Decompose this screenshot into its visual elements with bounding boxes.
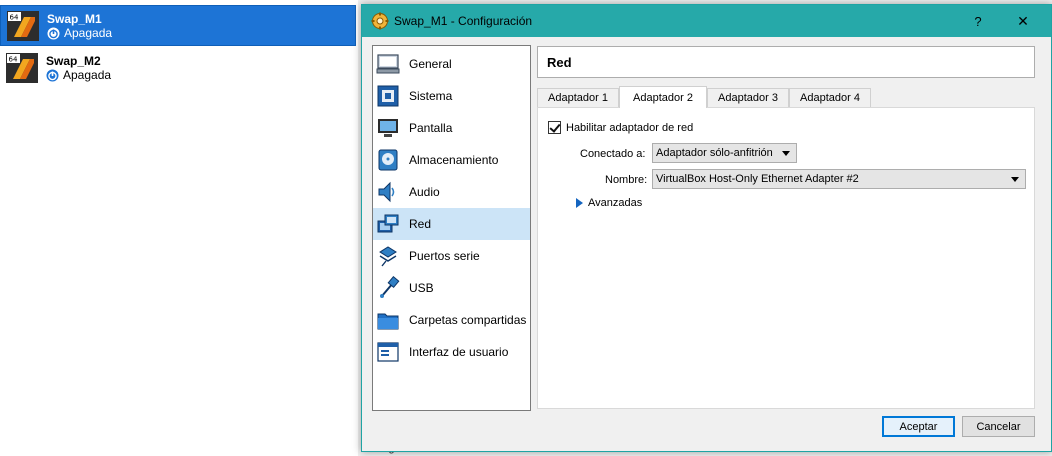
tab-adaptador-3[interactable]: Adaptador 3 [707,88,789,107]
dialog-title: Swap_M1 - Configuración [394,14,533,28]
advanced-label: Avanzadas [588,197,643,209]
tab-adaptador-4[interactable]: Adaptador 4 [789,88,871,107]
close-button[interactable]: ✕ [1000,5,1046,37]
adapter-name-value: VirtualBox Host-Only Ethernet Adapter #2 [656,173,859,185]
category-red[interactable]: Red [373,208,530,240]
category-label: Audio [409,185,440,199]
vm-state: Apagada [63,68,112,82]
settings-gear-icon [371,12,389,30]
category-usb[interactable]: USB [373,272,530,304]
category-label: Red [409,217,432,231]
system-icon [377,85,399,107]
category-carpetas-compartidas[interactable]: Carpetas compartidas [373,304,530,336]
vm-item-swap-m1[interactable]: 64 Swap_M1 Apagada [0,5,356,46]
vm-list: 64 Swap_M1 Apagada 64 Swap_M2 Apagada [0,0,358,456]
power-off-icon [47,27,60,39]
enable-adapter-checkbox[interactable] [548,121,561,134]
tab-adaptador-1[interactable]: Adaptador 1 [537,88,619,107]
enable-adapter-row[interactable]: Habilitar adaptador de red [548,121,693,134]
tab-adaptador-2[interactable]: Adaptador 2 [619,86,707,108]
storage-icon [378,149,398,171]
attached-to-value: Adaptador sólo-anfitrión [656,147,773,159]
category-label: USB [409,281,434,295]
vm-name: Swap_M1 [47,12,102,26]
category-label: Carpetas compartidas [409,313,527,327]
category-puertos-serie[interactable]: Puertos serie [373,240,530,272]
vm-name: Swap_M2 [46,54,101,68]
adapter-tab-panel: Habilitar adaptador de red Conectado a: … [537,107,1035,409]
vm-item-swap-m2[interactable]: 64 Swap_M2 Apagada [0,48,356,89]
chevron-down-icon [1011,177,1019,182]
enable-adapter-label: Habilitar adaptador de red [566,121,694,134]
category-sistema[interactable]: Sistema [373,80,530,112]
ok-button[interactable]: Aceptar [882,416,955,437]
category-label: Sistema [409,89,453,103]
vm-badge-text: 64 [10,14,19,22]
chevron-down-icon [782,151,790,156]
attached-to-dropdown[interactable]: Adaptador sólo-anfitrión [652,143,797,163]
desktop: 64 Swap_M1 Apagada 64 Swap_M2 Apagada Sw… [0,0,1052,456]
dialog-titlebar[interactable]: Swap_M1 - Configuración ? ✕ [362,5,1051,37]
category-label: General [409,57,452,71]
adapter-name-label: Nombre: [605,174,648,186]
category-label: Puertos serie [409,249,480,263]
adapter-name-dropdown[interactable]: VirtualBox Host-Only Ethernet Adapter #2 [652,169,1026,189]
cancel-button[interactable]: Cancelar [962,416,1035,437]
category-label: Almacenamiento [409,153,499,167]
usb-icon [380,276,400,298]
section-title-box: Red [537,46,1035,78]
network-icon [377,214,399,233]
category-almacenamiento[interactable]: Almacenamiento [373,144,530,176]
category-label: Pantalla [409,121,453,135]
vm-os-icon: 64 [7,11,39,41]
settings-dialog: Swap_M1 - Configuración ? ✕ General Sist… [361,4,1052,452]
shared-folders-icon [377,313,399,330]
audio-icon [378,181,395,203]
general-icon [376,54,400,74]
user-interface-icon [377,342,399,362]
page-title: Red [547,55,572,70]
category-pantalla[interactable]: Pantalla [373,112,530,144]
vm-badge-text: 64 [9,56,18,64]
serial-ports-icon [379,246,397,267]
category-interfaz-de-usuario[interactable]: Interfaz de usuario [373,336,530,368]
category-label: Interfaz de usuario [409,345,509,359]
settings-category-list: General Sistema Pantalla Almacenamiento … [372,45,531,411]
vm-os-icon: 64 [6,53,38,83]
help-button[interactable]: ? [955,5,1001,37]
vm-state: Apagada [64,26,113,40]
attached-to-label: Conectado a: [580,148,646,160]
category-audio[interactable]: Audio [373,176,530,208]
category-general[interactable]: General [373,48,530,80]
power-off-icon [46,69,59,81]
expand-arrow-icon [576,198,583,208]
advanced-toggle[interactable]: Avanzadas [576,197,642,209]
display-icon [378,119,398,137]
